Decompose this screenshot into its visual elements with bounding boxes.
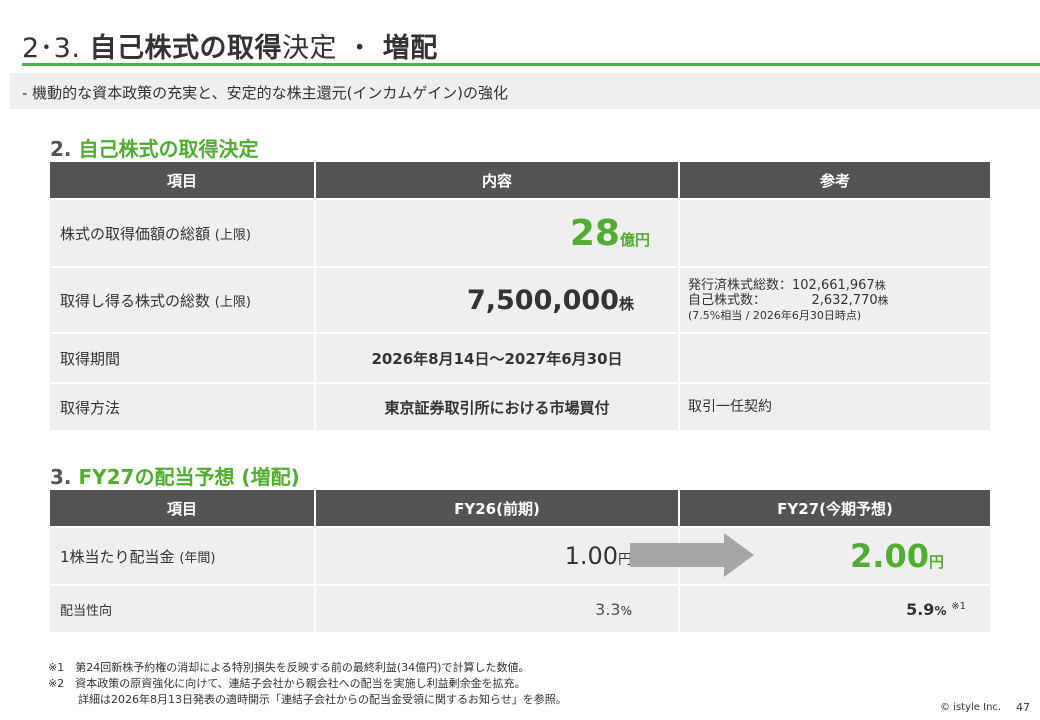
footnote-2-text: 資本政策の原資強化に向けて、連結子会社から親会社への配当を実施し利益剰余金を拡充…: [75, 677, 526, 690]
section2-title: 自己株式の取得決定: [78, 137, 259, 161]
section2-number: 2.: [50, 137, 72, 161]
table-row: 取得期間 2026年8月14日～2027年6月30日: [50, 334, 990, 382]
amount-label-cell: 株式の取得価額の総額 (上限): [50, 200, 314, 266]
copyright: © istyle Inc.: [940, 702, 1002, 713]
treasury-shares-text: 自己株式数： 2,632,770: [688, 292, 878, 308]
amount-unit: 億円: [619, 230, 650, 249]
subtitle-bar: - 機動的な資本政策の充実と、安定的な株主還元(インカムゲイン)の強化: [10, 73, 1040, 109]
period-value: 2026年8月14日～2027年6月30日: [316, 334, 678, 382]
buyback-table: 項目 内容 参考 株式の取得価額の総額 (上限) 28億円 取得し得る株式の総数…: [48, 160, 992, 432]
shares-label: 取得し得る株式の総数: [60, 291, 211, 310]
dps-fy27-value: 2.00: [850, 537, 929, 575]
dps-fy26-value: 1.00: [564, 542, 618, 570]
table-row: 配当性向 3.3% 5.9% ※1: [50, 586, 990, 632]
dps-fy26-cell: 1.00円: [316, 528, 678, 584]
shares-ref-cell: 発行済株式総数：102,661,967株 自己株式数： 2,632,770株 (…: [680, 268, 990, 332]
payout-footnote-mark: ※1: [951, 600, 966, 612]
shares-label-cell: 取得し得る株式の総数 (上限): [50, 268, 314, 332]
table-row: 1株当たり配当金 (年間) 1.00円 2.00円: [50, 528, 990, 584]
ratio-note: (7.5%相当 / 2026年6月30日時点): [688, 308, 862, 322]
period-ref-cell: [680, 334, 990, 382]
buyback-header-item: 項目: [50, 162, 314, 198]
buyback-header-content: 内容: [316, 162, 678, 198]
shares-unit: 株: [618, 294, 634, 313]
dps-label-note: (年間): [179, 550, 216, 566]
dps-label: 1株当たり配当金: [60, 547, 175, 566]
dividend-table: 項目 FY26(前期) FY27(今期予想) 1株当たり配当金 (年間) 1.0…: [48, 488, 992, 634]
method-value: 東京証券取引所における市場買付: [316, 384, 678, 430]
amount-value-cell: 28億円: [316, 200, 678, 266]
payout-fy27-cell: 5.9% ※1: [680, 586, 990, 632]
footnotes: ※1 第24回新株予約権の消却による特別損失を反映する前の最終利益(34億円)で…: [48, 660, 567, 708]
issued-shares-unit: 株: [874, 278, 886, 292]
shares-value: 7,500,000: [466, 284, 619, 316]
shares-label-note: (上限): [214, 294, 251, 310]
title-bold-2: 増配: [382, 33, 438, 64]
footnote-2-detail: 詳細は2026年8月13日発表の適時開示「連結子会社からの配当金受領に関するお知…: [78, 693, 567, 706]
footnote-1: ※1 第24回新株予約権の消却による特別損失を反映する前の最終利益(34億円)で…: [48, 660, 567, 676]
section3-heading: 3. FY27の配当予想 (増配): [50, 461, 300, 490]
buyback-header-row: 項目 内容 参考: [50, 162, 990, 198]
method-ref: 取引一任契約: [680, 384, 990, 430]
issued-shares-text: 発行済株式総数：102,661,967: [688, 277, 875, 293]
treasury-shares-unit: 株: [877, 293, 889, 307]
amount-value: 28: [569, 212, 620, 254]
amount-label-note: (上限): [214, 227, 251, 243]
period-label: 取得期間: [50, 334, 314, 382]
subtitle-text: - 機動的な資本政策の充実と、安定的な株主還元(インカムゲイン)の強化: [22, 84, 508, 102]
shares-value-cell: 7,500,000株: [316, 268, 678, 332]
footnote-2-mark: ※2: [48, 677, 65, 690]
footnote-1-text: 第24回新株予約権の消却による特別損失を反映する前の最終利益(34億円)で計算し…: [75, 661, 530, 674]
table-row: 株式の取得価額の総額 (上限) 28億円: [50, 200, 990, 266]
treasury-shares-note: 自己株式数： 2,632,770株: [688, 293, 990, 308]
dividend-header-row: 項目 FY26(前期) FY27(今期予想): [50, 490, 990, 526]
title-underline: [22, 63, 1040, 66]
footnote-1-mark: ※1: [48, 661, 65, 674]
page-number: 47: [1016, 701, 1030, 714]
payout-fy26-value: 3.3: [595, 599, 621, 619]
dps-label-cell: 1株当たり配当金 (年間): [50, 528, 314, 584]
title-regular: 決定 ・: [282, 33, 383, 64]
buyback-header-reference: 参考: [680, 162, 990, 198]
title-prefix: 2･3.: [22, 33, 90, 64]
dps-fy27-unit: 円: [928, 553, 944, 571]
payout-fy27-value: 5.9: [906, 599, 935, 619]
dividend-header-fy26: FY26(前期): [316, 490, 678, 526]
section3-number: 3.: [50, 465, 72, 489]
issued-shares-note: 発行済株式総数：102,661,967株: [688, 278, 990, 293]
dividend-header-item: 項目: [50, 490, 314, 526]
amount-label: 株式の取得価額の総額: [60, 224, 211, 243]
dividend-header-fy27: FY27(今期予想): [680, 490, 990, 526]
amount-ref-cell: [680, 200, 990, 266]
title-bold-1: 自己株式の取得: [89, 33, 283, 64]
payout-fy26-unit: %: [620, 603, 632, 618]
page-title: 2･3. 自己株式の取得決定 ・ 増配: [22, 26, 438, 65]
payout-fy27-unit: %: [934, 603, 947, 618]
table-row: 取得し得る株式の総数 (上限) 7,500,000株 発行済株式総数：102,6…: [50, 268, 990, 332]
method-label: 取得方法: [50, 384, 314, 430]
right-arrow-icon: [630, 533, 754, 577]
section2-heading: 2. 自己株式の取得決定: [50, 133, 258, 162]
payout-fy26-cell: 3.3%: [316, 586, 678, 632]
footnote-2: ※2 資本政策の原資強化に向けて、連結子会社から親会社への配当を実施し利益剰余金…: [48, 676, 567, 692]
payout-label: 配当性向: [50, 586, 314, 632]
table-row: 取得方法 東京証券取引所における市場買付 取引一任契約: [50, 384, 990, 430]
section3-title: FY27の配当予想 (増配): [78, 465, 300, 489]
